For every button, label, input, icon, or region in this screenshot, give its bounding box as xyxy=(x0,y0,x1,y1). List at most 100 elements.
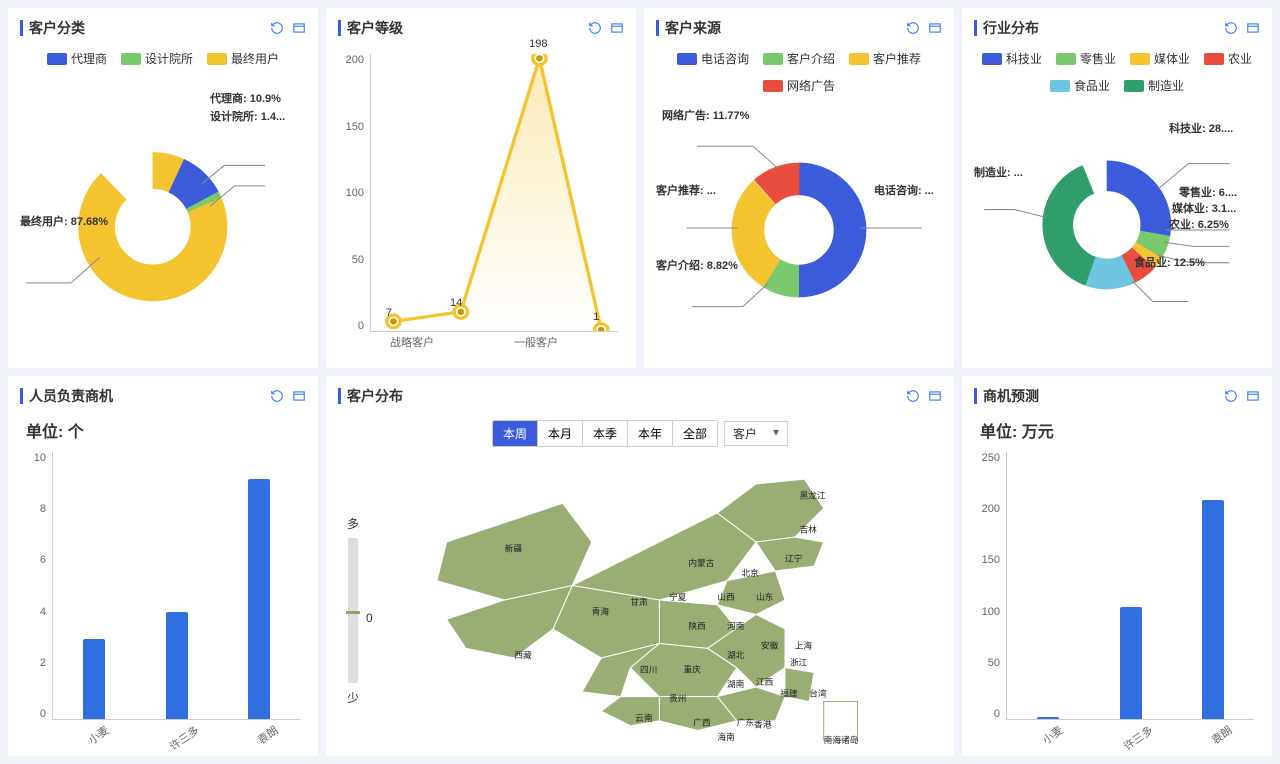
legend-item[interactable]: 科技业 xyxy=(982,50,1042,67)
legend-swatch-icon xyxy=(1130,53,1150,65)
legend-customer-source: 电话咨询客户介绍客户推荐网络广告 xyxy=(656,50,942,94)
donut-label: 网络广告: 11.77% xyxy=(662,107,749,123)
province-label[interactable]: 上海 xyxy=(795,639,813,650)
province-label[interactable]: 宁夏 xyxy=(669,591,687,602)
province-label[interactable]: 河南 xyxy=(727,620,745,631)
period-tab[interactable]: 本周 xyxy=(493,421,538,446)
legend-item[interactable]: 食品业 xyxy=(1050,77,1110,94)
legend-item[interactable]: 最终用户 xyxy=(207,50,279,67)
province-label[interactable]: 湖北 xyxy=(727,650,745,660)
legend-item[interactable]: 客户介绍 xyxy=(763,50,835,67)
province-label[interactable]: 贵州 xyxy=(669,693,686,704)
legend-item[interactable]: 媒体业 xyxy=(1130,50,1190,67)
province-label[interactable]: 台湾 xyxy=(809,688,827,699)
period-tab[interactable]: 本月 xyxy=(538,421,583,446)
province-label[interactable]: 新疆 xyxy=(505,543,523,554)
province-label[interactable]: 海南 xyxy=(717,731,735,742)
legend-label: 食品业 xyxy=(1074,77,1110,94)
province-label[interactable]: 重庆 xyxy=(684,664,702,675)
legend-item[interactable]: 客户推荐 xyxy=(849,50,921,67)
donut-label: 食品业: 12.5% xyxy=(1134,254,1205,270)
refresh-icon[interactable] xyxy=(906,389,920,403)
bar[interactable] xyxy=(248,479,270,719)
legend-swatch-icon xyxy=(1204,53,1224,65)
card-customer-dist: 客户分布 本周本月本季本年全部 客户 多 0 少 xyxy=(326,376,954,756)
card-customer-source: 客户来源 电话咨询客户介绍客户推荐网络广告 网络广告: 11.77% xyxy=(644,8,954,368)
expand-icon[interactable] xyxy=(292,21,306,35)
donut-label: 农业: 6.25% xyxy=(1169,216,1229,232)
x-label: 许三多 xyxy=(1119,722,1160,761)
province-label[interactable]: 山东 xyxy=(756,591,774,602)
province-label[interactable]: 福建 xyxy=(780,688,798,699)
province-label[interactable]: 浙江 xyxy=(790,657,808,668)
province-label[interactable]: 广西 xyxy=(693,717,711,728)
y-tick: 150 xyxy=(974,554,1000,566)
refresh-icon[interactable] xyxy=(588,21,602,35)
expand-icon[interactable] xyxy=(1246,21,1260,35)
province-label[interactable]: 内蒙古 xyxy=(688,557,714,568)
expand-icon[interactable] xyxy=(928,389,942,403)
expand-icon[interactable] xyxy=(1246,389,1260,403)
province-label[interactable]: 香港 xyxy=(754,719,772,730)
refresh-icon[interactable] xyxy=(1224,389,1238,403)
period-tab[interactable]: 本年 xyxy=(628,421,673,446)
province-label[interactable]: 陕西 xyxy=(688,620,706,631)
province-label[interactable]: 安徽 xyxy=(761,639,779,650)
bar[interactable] xyxy=(1120,607,1142,719)
legend-item[interactable]: 网络广告 xyxy=(763,77,835,94)
province-label[interactable]: 四川 xyxy=(640,665,657,675)
province-label[interactable]: 北京 xyxy=(742,567,760,578)
x-label: 一般客户 xyxy=(514,334,558,358)
legend-item[interactable]: 代理商 xyxy=(47,50,107,67)
legend-item[interactable]: 制造业 xyxy=(1124,77,1184,94)
expand-icon[interactable] xyxy=(292,389,306,403)
refresh-icon[interactable] xyxy=(1224,21,1238,35)
card-title: 人员负责商机 xyxy=(20,386,113,406)
legend-swatch-icon xyxy=(982,53,1002,65)
refresh-icon[interactable] xyxy=(270,21,284,35)
donut-customer-source: 网络广告: 11.77% 客户推荐: ... 客户介绍: 8.82% 电话咨询:… xyxy=(656,102,942,358)
donut-customer-category: 代理商: 10.9% 设计院所: 1.4... 最终用户: 87.68% xyxy=(20,75,306,358)
bar[interactable] xyxy=(83,639,105,719)
province-label[interactable]: 黑龙江 xyxy=(800,490,826,501)
province-label[interactable]: 云南 xyxy=(635,712,653,723)
province-label[interactable]: 西藏 xyxy=(514,649,532,660)
legend-item[interactable]: 电话咨询 xyxy=(677,50,749,67)
province-label[interactable]: 吉林 xyxy=(800,523,818,534)
province-label[interactable]: 山西 xyxy=(717,592,735,602)
refresh-icon[interactable] xyxy=(270,389,284,403)
bar[interactable] xyxy=(1037,717,1059,719)
data-label: 198 xyxy=(529,38,547,50)
refresh-icon[interactable] xyxy=(906,21,920,35)
legend-label: 媒体业 xyxy=(1154,50,1190,67)
province-label[interactable]: 广东 xyxy=(737,717,755,728)
province-label[interactable]: 江西 xyxy=(756,677,774,687)
expand-icon[interactable] xyxy=(610,21,624,35)
y-tick: 0 xyxy=(20,708,46,720)
legend-swatch-icon xyxy=(1050,80,1070,92)
legend-industry-dist: 科技业零售业 媒体业农业食品业制造业 xyxy=(974,50,1260,94)
period-tab[interactable]: 全部 xyxy=(673,421,717,446)
province-label[interactable]: 南海诸岛 xyxy=(824,734,859,745)
card-title: 客户来源 xyxy=(656,18,721,38)
legend-item[interactable]: 设计院所 xyxy=(121,50,193,67)
province-label[interactable]: 青海 xyxy=(592,606,610,617)
period-tab[interactable]: 本季 xyxy=(583,421,628,446)
donut-label: 媒体业: 3.1... xyxy=(1172,200,1236,216)
province-label[interactable]: 辽宁 xyxy=(785,552,803,563)
expand-icon[interactable] xyxy=(928,21,942,35)
province-label[interactable]: 湖南 xyxy=(727,678,745,689)
bar-chart-opp-forecast: 250200150100500 小麦许三多袁朗 xyxy=(974,452,1260,746)
legend-item[interactable]: 农业 xyxy=(1204,50,1252,67)
legend-item[interactable]: 零售业 xyxy=(1056,50,1116,67)
province-label[interactable]: 甘肃 xyxy=(630,596,648,607)
china-map[interactable]: 多 0 少 xyxy=(338,455,942,746)
card-title: 商机预测 xyxy=(974,386,1039,406)
entity-select[interactable]: 客户 xyxy=(724,421,788,446)
y-tick: 150 xyxy=(338,121,364,133)
legend-label: 设计院所 xyxy=(145,50,193,67)
donut-label: 最终用户: 87.68% xyxy=(20,213,108,229)
bar[interactable] xyxy=(1202,500,1224,719)
bar[interactable] xyxy=(166,612,188,719)
donut-label: 设计院所: 1.4... xyxy=(210,108,285,124)
